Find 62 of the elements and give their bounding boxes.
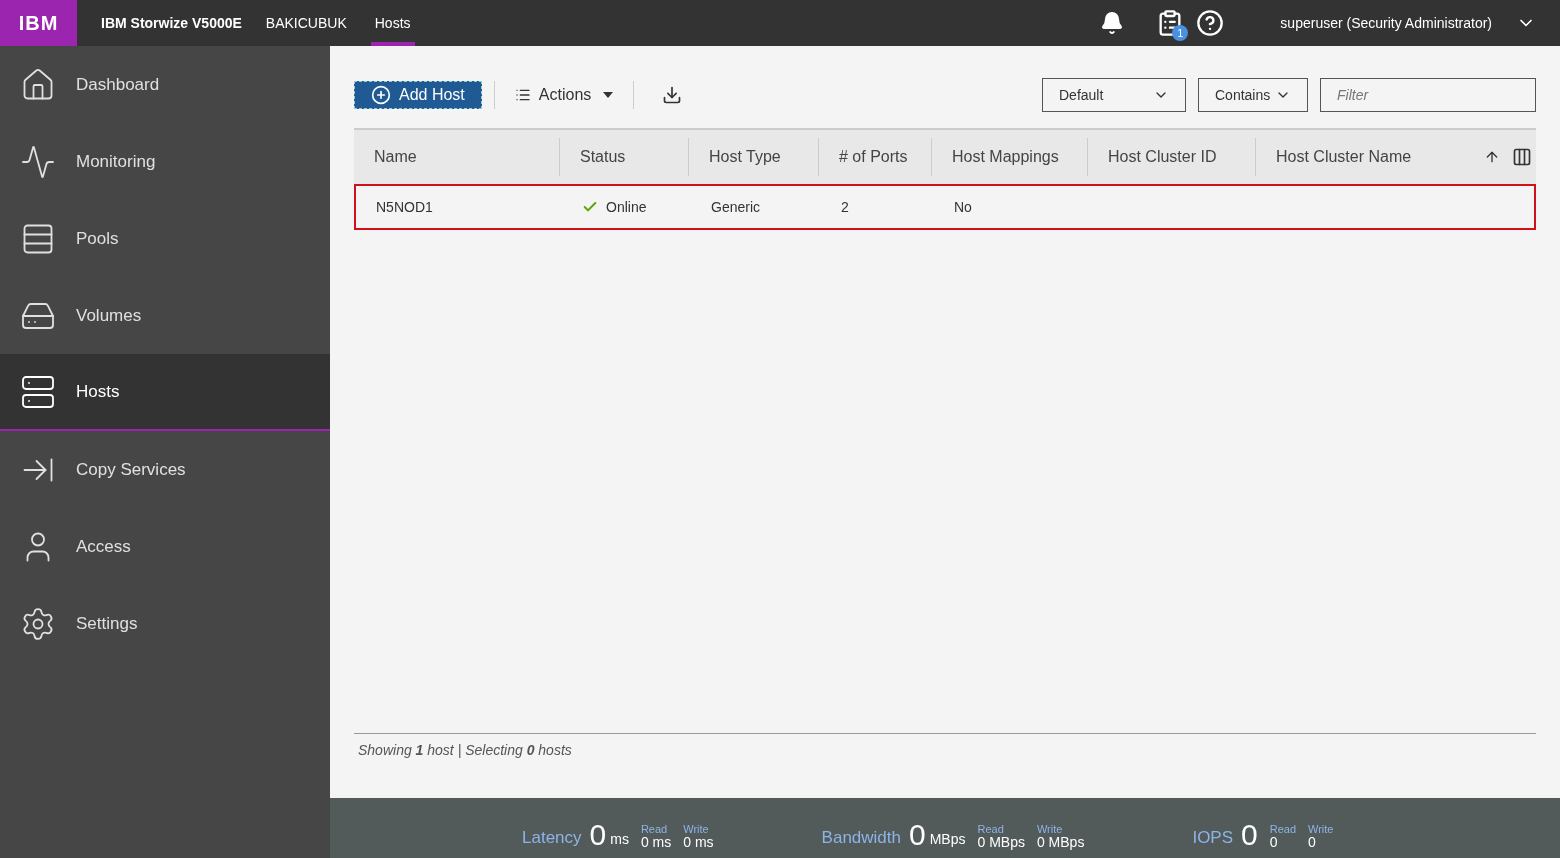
user-menu[interactable]: superuser (Security Administrator) <box>1280 12 1492 34</box>
metric-label: Bandwidth <box>821 826 901 849</box>
column-dropdown[interactable]: Default <box>1042 78 1186 112</box>
table-row[interactable]: N5NOD1 Online Generic 2 No <box>354 184 1536 230</box>
metric-value: 0 <box>909 820 926 850</box>
logo[interactable]: IBM <box>0 0 77 46</box>
metric-value: 0 <box>589 820 607 850</box>
download-icon[interactable] <box>662 85 683 105</box>
metric-unit: ms <box>610 830 629 849</box>
read-value: 0 ms <box>640 835 672 850</box>
column-header[interactable]: Host Mappings <box>932 145 1059 169</box>
sidebar-item[interactable]: Hosts <box>0 354 330 431</box>
help-icon[interactable] <box>1196 9 1225 37</box>
table-cell-text: No <box>954 197 972 217</box>
status-text: Showing 1 host | Selecting 0 hosts <box>357 742 572 758</box>
table-cell-text: N5NOD1 <box>376 197 433 217</box>
system-name: BAKICUBUK <box>265 13 347 33</box>
column-header[interactable]: Status <box>560 145 626 169</box>
read-label: Read <box>1269 823 1296 835</box>
actions-menu-button[interactable]: Actions <box>506 83 622 107</box>
write-value: 0 ms <box>683 835 714 850</box>
server-icon <box>20 373 56 410</box>
columns-icon[interactable] <box>1512 147 1532 167</box>
list-icon <box>514 87 531 103</box>
line-graph-icon <box>20 143 56 180</box>
read-label: Read <box>640 823 669 835</box>
sidebar-item[interactable]: Monitoring <box>0 123 330 200</box>
read-value: 0 <box>1269 835 1279 850</box>
breadcrumb-tab[interactable]: Hosts <box>370 0 415 46</box>
sidebar-item[interactable]: Access <box>0 508 330 585</box>
write-value: 0 <box>1308 835 1317 850</box>
write-label: Write <box>683 823 710 835</box>
column-header[interactable]: Host Cluster ID <box>1088 145 1217 169</box>
plus-circle-icon <box>371 85 391 105</box>
read-value: 0 MBps <box>977 835 1025 850</box>
tasks-count-badge: 1 <box>1172 25 1189 41</box>
table-cell-text: 2 <box>841 197 849 217</box>
match-mode-dropdown[interactable]: Contains <box>1198 78 1308 112</box>
column-header[interactable]: Name <box>354 145 417 169</box>
caret-icon <box>603 92 614 98</box>
write-label: Write <box>1036 823 1064 835</box>
sidebar-item[interactable]: Dashboard <box>0 46 330 123</box>
write-value: 0 MBps <box>1036 835 1085 850</box>
metric-label: IOPS <box>1192 826 1234 849</box>
read-label: Read <box>977 823 1005 835</box>
sidebar-item[interactable]: Pools <box>0 200 330 277</box>
column-header[interactable]: Host Type <box>689 145 781 169</box>
notification-bell-icon[interactable] <box>1100 11 1125 35</box>
sidebar-item[interactable]: Copy Services <box>0 431 330 508</box>
sidebar-item[interactable]: Settings <box>0 585 330 662</box>
sidebar-item[interactable]: Volumes <box>0 277 330 354</box>
metric-unit: MBps <box>929 830 966 849</box>
write-label: Write <box>1308 823 1334 835</box>
product-name: IBM Storwize V5000E <box>101 13 242 33</box>
metric-label: Latency <box>522 826 582 849</box>
column-header[interactable]: # of Ports <box>819 145 908 169</box>
metric-value: 0 <box>1241 820 1258 850</box>
table-cell-text: Generic <box>711 197 761 217</box>
add-host-button[interactable]: Add Host <box>354 81 482 109</box>
filter-input[interactable]: Filter <box>1320 78 1536 112</box>
table-cell-text: Online <box>606 197 647 217</box>
column-header[interactable]: Host Cluster Name <box>1256 145 1412 169</box>
